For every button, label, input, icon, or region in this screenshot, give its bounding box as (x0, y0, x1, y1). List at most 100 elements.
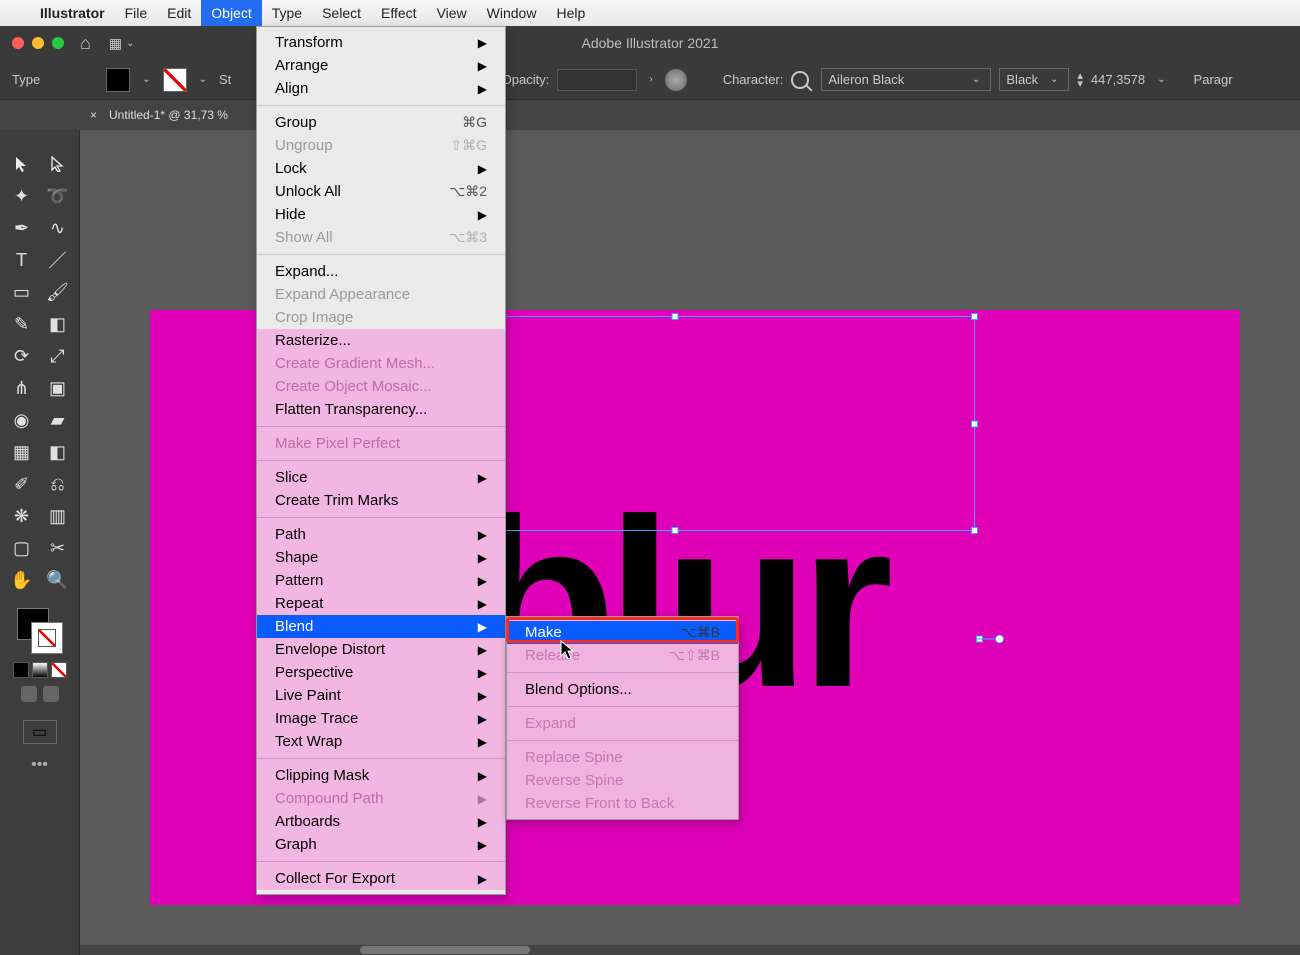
stroke-swatch[interactable] (163, 68, 187, 92)
menu-item[interactable]: Shape▶ (257, 546, 505, 569)
workspace-chevron-icon[interactable]: ⌄ (126, 38, 134, 49)
menu-item[interactable]: Live Paint▶ (257, 684, 505, 707)
mesh-tool-icon[interactable]: ▦ (5, 438, 39, 466)
toolbar-stroke-swatch[interactable] (31, 622, 63, 654)
workspace-switcher-icon[interactable]: ▦ (109, 35, 122, 52)
hand-tool-icon[interactable]: ✋ (5, 566, 39, 594)
menu-item[interactable]: Repeat▶ (257, 592, 505, 615)
document-tab[interactable]: Untitled-1* @ 31,73 % (109, 108, 228, 122)
menu-item[interactable]: Arrange▶ (257, 54, 505, 77)
screen-mode-icon[interactable]: ▭ (23, 720, 57, 744)
window-controls[interactable] (12, 37, 64, 49)
object-menu[interactable]: Transform▶Arrange▶Align▶Group⌘GUngroup⇧⌘… (256, 26, 506, 895)
paintbrush-tool-icon[interactable]: 🖌 (41, 278, 75, 306)
perspective-grid-tool-icon[interactable]: ▰ (41, 406, 75, 434)
font-size-chevron-icon[interactable]: ⌄ (1153, 74, 1169, 85)
font-size-value[interactable]: 447,3578 (1091, 72, 1145, 87)
horizontal-scrollbar[interactable] (80, 945, 1300, 955)
fill-swatch[interactable] (106, 68, 130, 92)
pen-tool-icon[interactable]: ✒ (5, 214, 39, 242)
bbox-handle[interactable] (971, 527, 978, 534)
opacity-chevron-icon[interactable]: › (645, 74, 656, 85)
menu-edit[interactable]: Edit (157, 0, 201, 26)
menu-app[interactable]: Illustrator (30, 0, 115, 26)
menu-item[interactable]: Unlock All⌥⌘2 (257, 180, 505, 203)
menu-file[interactable]: File (115, 0, 158, 26)
menu-item[interactable]: Rasterize... (257, 329, 505, 352)
menu-item[interactable]: Collect For Export▶ (257, 867, 505, 890)
menu-help[interactable]: Help (546, 0, 595, 26)
menu-select[interactable]: Select (312, 0, 371, 26)
rotate-tool-icon[interactable]: ⟳ (5, 342, 39, 370)
menu-window[interactable]: Window (477, 0, 547, 26)
scale-tool-icon[interactable]: ⤢ (41, 342, 75, 370)
line-segment-tool-icon[interactable]: ／ (41, 246, 75, 274)
direct-selection-tool-icon[interactable] (41, 150, 75, 178)
menu-item[interactable]: Create Trim Marks (257, 489, 505, 512)
menu-effect[interactable]: Effect (371, 0, 427, 26)
menu-item[interactable]: Group⌘G (257, 111, 505, 134)
menu-item[interactable]: Path▶ (257, 523, 505, 546)
menu-type[interactable]: Type (262, 0, 312, 26)
symbol-sprayer-tool-icon[interactable]: ❋ (5, 502, 39, 530)
scrollbar-thumb[interactable] (360, 946, 530, 954)
text-out-port-icon[interactable] (976, 636, 983, 643)
menu-item[interactable]: Blend Options... (507, 678, 738, 701)
edit-toolbar-icon[interactable]: ••• (31, 756, 48, 774)
menu-item[interactable]: Text Wrap▶ (257, 730, 505, 753)
bbox-handle[interactable] (971, 313, 978, 320)
menu-item[interactable]: Make⌥⌘B (507, 621, 738, 644)
magic-wand-tool-icon[interactable]: ✦ (5, 182, 39, 210)
menu-object[interactable]: Object (201, 0, 261, 26)
menu-item[interactable]: Clipping Mask▶ (257, 764, 505, 787)
shaper-tool-icon[interactable]: ✎ (5, 310, 39, 338)
font-style-select[interactable]: Black⌄ (999, 68, 1069, 91)
eyedropper-tool-icon[interactable]: ✐ (5, 470, 39, 498)
artboard-tool-icon[interactable]: ▢ (5, 534, 39, 562)
color-solid-icon[interactable] (13, 662, 29, 678)
bbox-handle[interactable] (672, 313, 679, 320)
window-close-icon[interactable] (12, 37, 24, 49)
menu-item[interactable]: Perspective▶ (257, 661, 505, 684)
text-thread-icon[interactable] (995, 635, 1004, 644)
blend-tool-icon[interactable]: ⎌ (41, 470, 75, 498)
column-graph-tool-icon[interactable]: ▥ (41, 502, 75, 530)
color-gradient-icon[interactable] (32, 662, 48, 678)
curvature-tool-icon[interactable]: ∿ (41, 214, 75, 242)
menu-item[interactable]: Envelope Distort▶ (257, 638, 505, 661)
slice-tool-icon[interactable]: ✂ (41, 534, 75, 562)
menu-view[interactable]: View (427, 0, 477, 26)
lasso-tool-icon[interactable]: ➰ (41, 182, 75, 210)
opacity-input[interactable] (557, 69, 637, 91)
menu-item[interactable]: Hide▶ (257, 203, 505, 226)
color-none-icon[interactable] (51, 662, 67, 678)
width-tool-icon[interactable]: ⋔ (5, 374, 39, 402)
stroke-chevron-icon[interactable]: ⌄ (195, 74, 211, 85)
bbox-handle[interactable] (672, 527, 679, 534)
blend-submenu[interactable]: Make⌥⌘BRelease⌥⇧⌘BBlend Options...Expand… (506, 616, 739, 820)
home-icon[interactable]: ⌂ (80, 33, 91, 54)
menu-item[interactable]: Expand... (257, 260, 505, 283)
font-search-icon[interactable] (791, 71, 809, 89)
gradient-tool-icon[interactable]: ◧ (41, 438, 75, 466)
menu-item[interactable]: Flatten Transparency... (257, 398, 505, 421)
eraser-tool-icon[interactable]: ◧ (41, 310, 75, 338)
type-tool-icon[interactable]: T (5, 246, 39, 274)
bbox-handle[interactable] (971, 420, 978, 427)
rectangle-tool-icon[interactable]: ▭ (5, 278, 39, 306)
draw-behind-icon[interactable] (43, 686, 59, 702)
shape-builder-tool-icon[interactable]: ◉ (5, 406, 39, 434)
draw-normal-icon[interactable] (21, 686, 37, 702)
window-zoom-icon[interactable] (52, 37, 64, 49)
menu-item[interactable]: Blend▶ (257, 615, 505, 638)
menu-item[interactable]: Slice▶ (257, 466, 505, 489)
font-size-stepper-icon[interactable]: ▴▾ (1077, 72, 1083, 88)
window-minimize-icon[interactable] (32, 37, 44, 49)
font-family-select[interactable]: Aileron Black⌄ (821, 68, 991, 91)
tab-close-icon[interactable]: × (90, 108, 97, 122)
fill-stroke-swatch[interactable] (17, 608, 63, 654)
recolor-icon[interactable] (665, 69, 687, 91)
menu-item[interactable]: Graph▶ (257, 833, 505, 856)
menu-item[interactable]: Artboards▶ (257, 810, 505, 833)
menu-item[interactable]: Image Trace▶ (257, 707, 505, 730)
